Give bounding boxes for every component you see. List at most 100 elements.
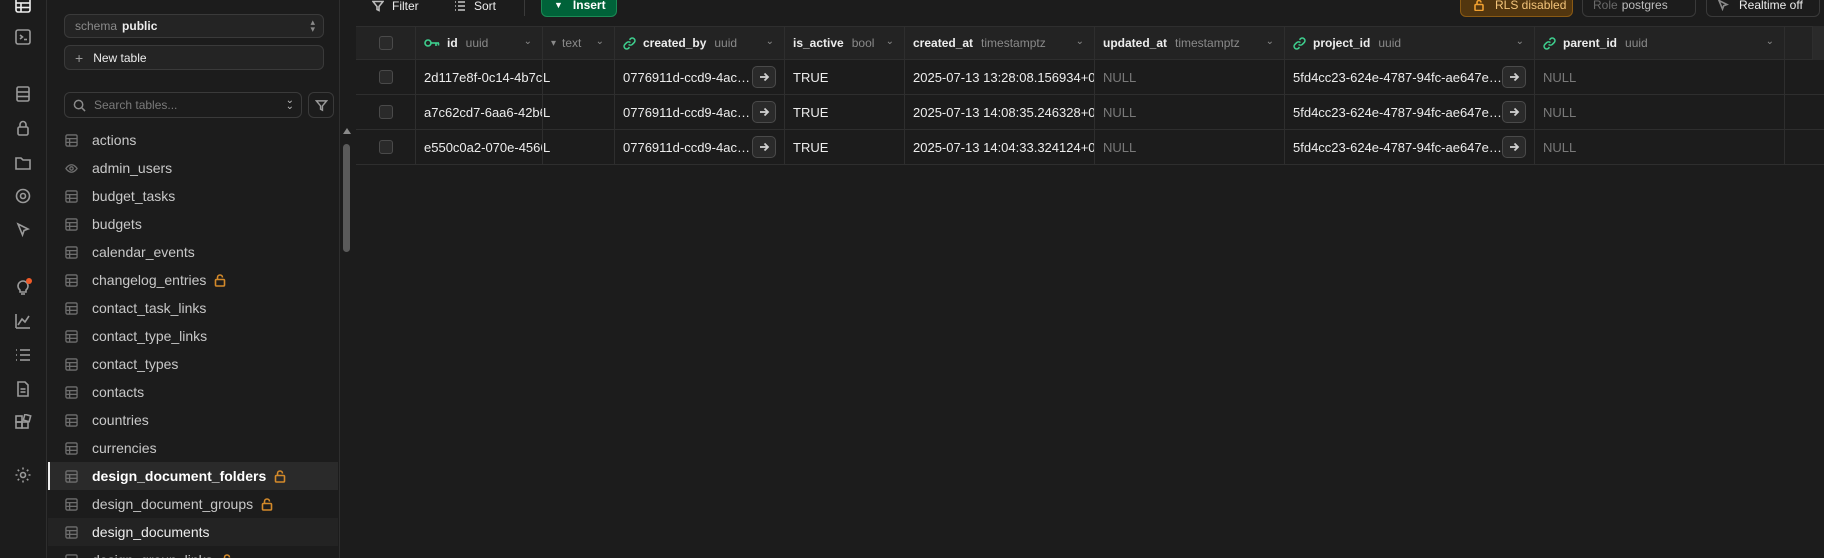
rls-disabled-button[interactable]: RLS disabled bbox=[1460, 0, 1573, 17]
insert-button[interactable]: ▼ Insert bbox=[541, 0, 617, 17]
cell-created-by[interactable]: 0776911d-ccd9-4ac… bbox=[615, 60, 785, 94]
sidebar-scrollbar[interactable] bbox=[342, 128, 351, 558]
cell-created-by[interactable]: 0776911d-ccd9-4ac… bbox=[615, 95, 785, 129]
cell-is-active[interactable]: TRUE bbox=[785, 130, 905, 164]
scrollbar-thumb[interactable] bbox=[343, 144, 350, 252]
column-header[interactable]: project_id uuid ⌄ bbox=[1285, 27, 1535, 59]
cell-is-active[interactable]: TRUE bbox=[785, 60, 905, 94]
sort-button[interactable]: Sort bbox=[454, 0, 496, 16]
column-menu-chevron-icon[interactable]: ⌄ bbox=[1516, 36, 1524, 47]
open-reference-arrow-icon[interactable] bbox=[1502, 136, 1526, 158]
search-placeholder: Search tables... bbox=[94, 98, 178, 112]
sidebar-table-item[interactable]: design_document_folders bbox=[48, 462, 338, 490]
authentication-icon[interactable] bbox=[12, 117, 34, 139]
column-menu-chevron-icon[interactable]: ⌄ bbox=[766, 36, 774, 47]
row-checkbox[interactable] bbox=[378, 140, 393, 154]
table-row[interactable]: 2d117e8f-0c14-4b7c-887L 0776911d-ccd9-4ac… bbox=[356, 60, 1824, 95]
cell-parent-id[interactable]: NULL bbox=[1535, 95, 1785, 129]
cell-id[interactable]: a7c62cd7-6aa6-42b6-8e bbox=[416, 95, 543, 129]
realtime-icon[interactable] bbox=[12, 219, 34, 241]
column-menu-chevron-icon[interactable]: ⌄ bbox=[886, 36, 894, 47]
column-header[interactable]: created_by uuid ⌄ bbox=[615, 27, 785, 59]
cell-text[interactable]: L bbox=[543, 60, 615, 94]
sidebar-table-item[interactable]: design_group_links bbox=[48, 546, 338, 558]
integrations-icon[interactable] bbox=[12, 412, 34, 434]
sidebar-table-item[interactable]: currencies bbox=[48, 434, 338, 462]
cell-id[interactable]: 2d117e8f-0c14-4b7c-887 bbox=[416, 60, 543, 94]
cell-parent-id[interactable]: NULL bbox=[1535, 60, 1785, 94]
column-header[interactable]: parent_id uuid ⌄ bbox=[1535, 27, 1785, 59]
sidebar-table-item[interactable]: countries bbox=[48, 406, 338, 434]
cell-created-at[interactable]: 2025-07-13 14:04:33.324124+00 bbox=[905, 130, 1095, 164]
row-checkbox[interactable] bbox=[378, 70, 393, 84]
column-menu-chevron-icon[interactable]: ⌄ bbox=[524, 36, 532, 47]
column-header[interactable]: updated_at timestamptz ⌄ bbox=[1095, 27, 1285, 59]
new-table-button[interactable]: + New table bbox=[64, 45, 324, 70]
open-reference-arrow-icon[interactable] bbox=[752, 136, 776, 158]
sidebar-table-item[interactable]: budget_tasks bbox=[48, 182, 338, 210]
column-header[interactable]: created_at timestamptz ⌄ bbox=[905, 27, 1095, 59]
sidebar-table-item[interactable]: actions bbox=[48, 126, 338, 154]
sidebar-table-item[interactable]: design_document_groups bbox=[48, 490, 338, 518]
storage-icon[interactable] bbox=[12, 151, 34, 173]
filter-tables-button[interactable] bbox=[308, 92, 334, 118]
sql-editor-icon[interactable] bbox=[12, 26, 34, 48]
cell-updated-at[interactable]: NULL bbox=[1095, 130, 1285, 164]
chevrons-down-icon[interactable]: ⌄ ⌄ bbox=[286, 96, 294, 112]
advisors-icon[interactable] bbox=[12, 276, 34, 298]
reports-icon[interactable] bbox=[12, 310, 34, 332]
cell-parent-id[interactable]: NULL bbox=[1535, 130, 1785, 164]
cell-created-at[interactable]: 2025-07-13 13:28:08.156934+00 bbox=[905, 60, 1095, 94]
api-docs-icon[interactable] bbox=[12, 378, 34, 400]
logs-icon[interactable] bbox=[12, 344, 34, 366]
sidebar-table-item[interactable]: changelog_entries bbox=[48, 266, 338, 294]
sidebar-table-item[interactable]: contact_types bbox=[48, 350, 338, 378]
cell-created-at[interactable]: 2025-07-13 14:08:35.246328+00 bbox=[905, 95, 1095, 129]
table-editor-icon[interactable] bbox=[12, 0, 34, 16]
cell-project-id[interactable]: 5fd4cc23-624e-4787-94fc-ae647e… bbox=[1285, 95, 1535, 129]
open-reference-arrow-icon[interactable] bbox=[1502, 66, 1526, 88]
cell-project-id[interactable]: 5fd4cc23-624e-4787-94fc-ae647e… bbox=[1285, 130, 1535, 164]
sidebar-table-item[interactable]: budgets bbox=[48, 210, 338, 238]
select-all-checkbox[interactable] bbox=[378, 36, 393, 50]
column-header[interactable]: is_active bool ⌄ bbox=[785, 27, 905, 59]
settings-gear-icon[interactable] bbox=[12, 464, 34, 486]
open-reference-arrow-icon[interactable] bbox=[752, 66, 776, 88]
sidebar-table-item[interactable]: design_documents bbox=[48, 518, 338, 546]
sidebar-table-item[interactable]: contact_type_links bbox=[48, 322, 338, 350]
cell-updated-at[interactable]: NULL bbox=[1095, 60, 1285, 94]
column-menu-chevron-icon[interactable]: ⌄ bbox=[1766, 36, 1774, 47]
filter-button[interactable]: Filter bbox=[372, 0, 419, 16]
table-row[interactable]: a7c62cd7-6aa6-42b6-8eL 0776911d-ccd9-4ac…… bbox=[356, 95, 1824, 130]
row-checkbox[interactable] bbox=[378, 105, 393, 119]
cell-project-id[interactable]: 5fd4cc23-624e-4787-94fc-ae647e… bbox=[1285, 60, 1535, 94]
cell-is-active[interactable]: TRUE bbox=[785, 95, 905, 129]
sidebar-table-item[interactable]: contacts bbox=[48, 378, 338, 406]
cell-text[interactable]: L bbox=[543, 130, 615, 164]
column-header[interactable]: ▾ text ⌄ bbox=[543, 27, 615, 59]
table-name: contacts bbox=[92, 384, 145, 400]
scroll-up-arrow-icon[interactable] bbox=[343, 128, 351, 134]
column-header[interactable]: id uuid ⌄ bbox=[416, 27, 543, 59]
sidebar-table-item[interactable]: contact_task_links bbox=[48, 294, 338, 322]
schema-selector[interactable]: schema public ▴ ▾ bbox=[64, 14, 324, 38]
column-menu-chevron-icon[interactable]: ⌄ bbox=[596, 36, 604, 47]
realtime-toggle-button[interactable]: Realtime off bbox=[1706, 0, 1820, 17]
cell-created-by[interactable]: 0776911d-ccd9-4ac… bbox=[615, 130, 785, 164]
cell-id[interactable]: e550c0a2-070e-4566-9 bbox=[416, 130, 543, 164]
search-tables-input[interactable]: Search tables... ⌄ ⌄ bbox=[64, 92, 302, 118]
add-column-edge[interactable] bbox=[1812, 26, 1824, 60]
cell-text[interactable]: L bbox=[543, 95, 615, 129]
database-icon[interactable] bbox=[12, 83, 34, 105]
sidebar-table-item[interactable]: admin_users bbox=[48, 154, 338, 182]
column-menu-chevron-icon[interactable]: ⌄ bbox=[1266, 36, 1274, 47]
role-selector[interactable]: Role postgres bbox=[1582, 0, 1696, 17]
cell-updated-at[interactable]: NULL bbox=[1095, 95, 1285, 129]
table-row[interactable]: e550c0a2-070e-4566-9L 0776911d-ccd9-4ac… T… bbox=[356, 130, 1824, 165]
table-icon bbox=[64, 497, 78, 511]
open-reference-arrow-icon[interactable] bbox=[1502, 101, 1526, 123]
sidebar-table-item[interactable]: calendar_events bbox=[48, 238, 338, 266]
column-menu-chevron-icon[interactable]: ⌄ bbox=[1076, 36, 1084, 47]
open-reference-arrow-icon[interactable] bbox=[752, 101, 776, 123]
edge-functions-icon[interactable] bbox=[12, 185, 34, 207]
